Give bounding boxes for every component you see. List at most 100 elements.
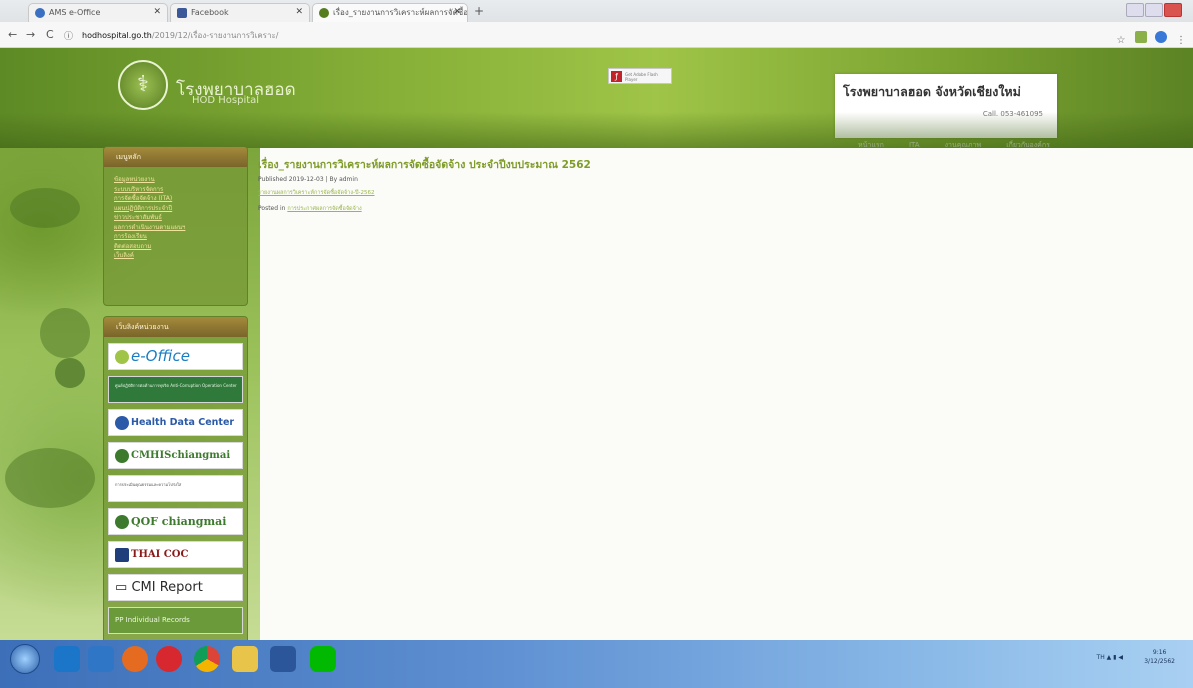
post-attachment-link[interactable]: รายงานผลการวิเคราะห์การจัดซื้อจัดจ้าง-ปี… [258,189,958,197]
qof-logo-icon [115,515,129,529]
new-tab-button[interactable]: + [472,5,486,18]
banner-label: CMI Report [131,580,203,595]
leaf-decoration [40,308,90,358]
eoffice-logo-icon [115,349,129,364]
banner-label: PP Individual Records [115,616,190,624]
main-menu-list: ข้อมูลหน่วยงาน ระบบบริหารจัดการ การจัดซื… [104,167,247,267]
url-field[interactable]: hodhospital.go.th/2019/12/เรื่อง-รายงานก… [82,29,278,42]
media-icon[interactable] [88,646,114,672]
nav-about[interactable]: เกี่ยวกับองค์กร [1006,141,1050,149]
posted-in-label: Posted in [258,205,286,212]
cmi-report-banner[interactable]: ▭ CMI Report [108,574,243,601]
banner-label: e-Office [131,347,190,365]
menu-item[interactable]: ข้อมูลหน่วยงาน [114,175,241,185]
word-icon[interactable] [270,646,296,672]
tab-strip: AMS e-Office ✕ Facebook ✕ เรื่อง_รายงานก… [0,0,1193,22]
explorer-icon[interactable] [232,646,258,672]
system-clock[interactable]: 9:16 3/12/2562 [1144,648,1175,666]
main-menu-title: เมนูหลัก [104,147,247,167]
star-icon[interactable]: ☆ [1115,35,1127,47]
system-tray: TH ▲ ▮ ◀ [1097,654,1123,661]
nav-quality[interactable]: งานคุณภาพ [945,141,981,149]
menu-item[interactable]: ผลการดำเนินงานตามแผนฯ [114,223,241,233]
cmhis-logo-icon [115,448,129,463]
ams-favicon-icon [35,8,45,18]
site-header: ⚕ โรงพยาบาลฮอด HOD Hospital ƒ Get Adobe … [0,48,1193,151]
leaf-decoration [10,188,80,228]
menu-item[interactable]: การร้องเรียน [114,232,241,242]
reload-button[interactable]: C [46,28,54,41]
close-tab-icon[interactable]: ✕ [153,4,161,21]
hospital-favicon-icon [319,8,329,18]
banner-label: QOF chiangmai [131,515,227,528]
url-path: /2019/12/เรื่อง-รายงานการวิเคราะ/ [151,31,279,40]
banner-label: ศูนย์ปฏิบัติการต่อต้านการทุจริต Anti-Cor… [115,383,237,388]
internet-explorer-icon[interactable] [54,646,80,672]
chrome-icon[interactable] [194,646,220,672]
start-button[interactable] [10,644,40,674]
banner-label: Health Data Center [131,417,235,428]
pp-individual-records-banner[interactable]: PP Individual Records [108,607,243,634]
menu-item[interactable]: แผนปฏิบัติการประจำปี [114,204,241,214]
anti-corruption-banner[interactable]: ศูนย์ปฏิบัติการต่อต้านการทุจริต Anti-Cor… [108,376,243,403]
banner-label: การประเมินคุณธรรมและความโปร่งใส [115,482,182,487]
close-window-button[interactable] [1164,3,1182,17]
facebook-favicon-icon [177,8,187,18]
banner-label: CMHISchiangmai [131,450,231,461]
coc-logo-icon [115,547,129,562]
top-navigation: หน้าแรก ITA งานคุณภาพ เกี่ยวกับองค์กร [858,132,1070,151]
hospital-info-card: โรงพยาบาลฮอด จังหวัดเชียงใหม่ Call. 053-… [835,74,1057,138]
close-tab-icon[interactable]: ✕ [295,4,303,21]
menu-item[interactable]: ข่าวประชาสัมพันธ์ [114,213,241,223]
close-tab-icon[interactable]: ✕ [453,4,461,21]
line-icon[interactable] [310,646,336,672]
firefox-icon[interactable] [122,646,148,672]
berry-decoration [55,358,85,388]
leaf-decoration [5,448,95,508]
windows-taskbar: TH ▲ ▮ ◀ 9:16 3/12/2562 [0,640,1193,688]
weblinks-list: e-Office ศูนย์ปฏิบัติการต่อต้านการทุจริต… [104,337,247,640]
weblinks-panel: เว็บลิงค์หน่วยงาน e-Office ศูนย์ปฏิบัติก… [103,316,248,640]
menu-icon[interactable]: ⋮ [1175,35,1187,47]
url-host: hodhospital.go.th [82,31,152,40]
minimize-button[interactable] [1126,3,1144,17]
menu-item[interactable]: ติดต่อสอบถาม [114,242,241,252]
maximize-button[interactable] [1145,3,1163,17]
eoffice-banner[interactable]: e-Office [108,343,243,370]
extension-icon[interactable] [1135,31,1147,43]
site-info-icon[interactable]: ⓘ [64,29,73,42]
site-subtitle: HOD Hospital [192,95,260,106]
post-content: เรื่อง_รายงานการวิเคราะห์ผลการจัดซื้อจัด… [258,156,958,213]
nav-ita[interactable]: ITA [909,141,920,149]
opera-icon[interactable] [156,646,182,672]
address-bar: ← → C ⓘ hodhospital.go.th/2019/12/เรื่อง… [0,22,1193,48]
post-title[interactable]: เรื่อง_รายงานการวิเคราะห์ผลการจัดซื้อจัด… [258,156,958,173]
menu-item[interactable]: เว็บลิงค์ [114,251,241,261]
laptop-icon: ▭ [115,580,128,595]
tab-label: เรื่อง_รายงานการวิเคราะห์ผลการจัดซื้อ [333,8,468,17]
ita-assessment-banner[interactable]: การประเมินคุณธรรมและความโปร่งใส [108,475,243,502]
browser-toolbar-icons: ☆ ⋮ [1107,28,1187,47]
thai-coc-banner[interactable]: THAI COC [108,541,243,568]
weblinks-title: เว็บลิงค์หน่วยงาน [104,317,247,337]
forward-button[interactable]: → [26,28,35,41]
category-link[interactable]: การประกาศผลการจัดซื้อจัดจ้าง [287,206,361,212]
hospital-phone: Call. 053-461095 [982,110,1043,118]
tab-current-page[interactable]: เรื่อง_รายงานการวิเคราะห์ผลการจัดซื้อ ✕ [312,3,468,22]
nav-home[interactable]: หน้าแรก [858,141,884,149]
language-indicator[interactable]: TH [1097,654,1105,661]
network-icon[interactable]: ▲ ▮ ◀ [1107,654,1123,661]
health-data-center-banner[interactable]: Health Data Center [108,409,243,436]
cmhis-chiangmai-banner[interactable]: CMHISchiangmai [108,442,243,469]
hospital-logo-icon[interactable]: ⚕ [118,60,168,110]
tab-ams-eoffice[interactable]: AMS e-Office ✕ [28,3,168,22]
qof-chiangmai-banner[interactable]: QOF chiangmai [108,508,243,535]
profile-icon[interactable] [1155,31,1167,43]
menu-item[interactable]: ระบบบริหารจัดการ [114,185,241,195]
flash-icon: ƒ [611,71,622,82]
post-meta: Published 2019-12-03 | By admin [258,176,358,183]
menu-item[interactable]: การจัดซื้อจัดจ้าง (ITA) [114,194,241,204]
tab-facebook[interactable]: Facebook ✕ [170,3,310,22]
back-button[interactable]: ← [8,28,17,41]
flash-player-badge[interactable]: ƒ Get Adobe Flash Player [608,68,672,84]
